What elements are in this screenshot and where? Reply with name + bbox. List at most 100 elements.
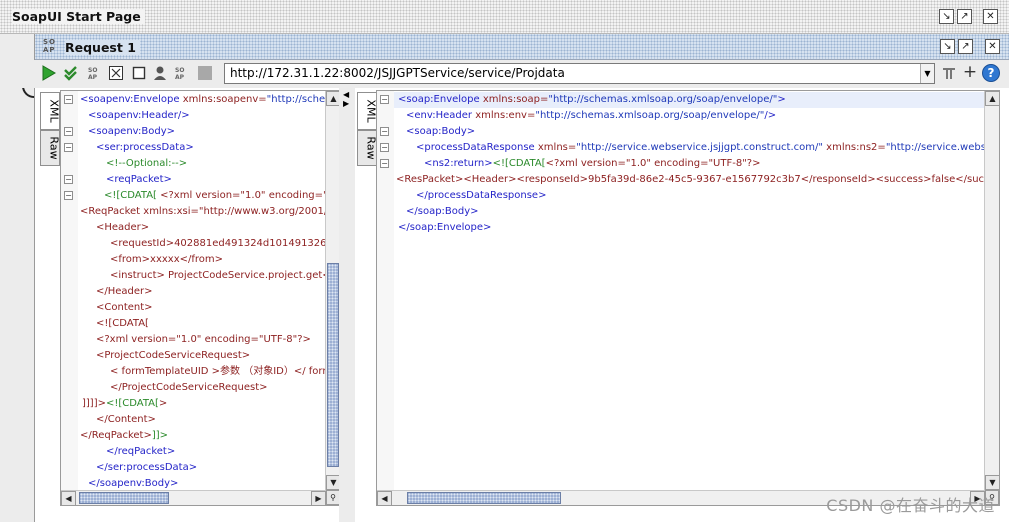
code-line: <from>xxxxx</from> (110, 252, 223, 268)
svg-text:SO: SO (175, 67, 184, 74)
code-line: </ProjectCodeServiceRequest> (110, 380, 268, 396)
soap-icon[interactable]: SOAP (87, 65, 103, 81)
fold-toggle-icon[interactable]: − (64, 143, 73, 152)
pane-divider[interactable]: ◀ ▶ (339, 88, 355, 522)
soap-badge-icon: SO AP (43, 38, 56, 54)
code-line: <instruct> ProjectCodeService.project.ge… (110, 268, 325, 284)
response-view-tabs: XML Raw (357, 92, 378, 172)
request-vscroll-thumb[interactable] (327, 263, 339, 467)
code-line: <Content> (96, 300, 153, 316)
code-token: <ns2:return> (424, 158, 493, 169)
close-icon[interactable]: ✕ (983, 9, 998, 24)
scroll-left-icon[interactable]: ◀ (61, 491, 76, 506)
request-vertical-scrollbar[interactable]: ▲ ▼ (325, 91, 341, 490)
code-token: <soapenv:Envelope (80, 94, 183, 105)
code-line: <ReqPacket xmlns:xsi="http://www.w3.org/… (80, 204, 325, 220)
code-line: <Header> (96, 220, 149, 236)
add-icon[interactable]: + (962, 64, 978, 81)
endpoint-url-input[interactable]: http://172.31.1.22:8002/JSJJGPTService/s… (224, 63, 935, 84)
code-line: <soap:Body> (406, 124, 475, 140)
request-title: Request 1 (65, 40, 140, 55)
code-line: </Content> (96, 412, 156, 428)
fold-toggle-icon[interactable]: − (380, 95, 389, 104)
code-token: </reqPacket> (106, 446, 176, 457)
tab-request-xml[interactable]: XML (40, 92, 61, 130)
request-editor[interactable]: <soapenv:Envelope xmlns:soapenv="http://… (60, 90, 341, 506)
fold-toggle-icon[interactable]: − (64, 191, 73, 200)
code-line: <ProjectCodeServiceRequest> (96, 348, 250, 364)
code-line: <![CDATA[ (96, 316, 149, 332)
split-icon[interactable] (108, 65, 124, 81)
help-icon[interactable]: ? (982, 64, 1000, 82)
fold-toggle-icon[interactable]: − (380, 159, 389, 168)
code-token: "http://schemas.xmlsoap.org/soap/envelop… (535, 110, 765, 121)
user-icon[interactable] (152, 65, 168, 81)
stop-icon[interactable] (131, 65, 147, 81)
response-hscroll-thumb[interactable] (407, 492, 561, 504)
code-token: "http://schema (266, 94, 325, 105)
collapse-arrows-icon[interactable]: ◀ ▶ (343, 90, 349, 108)
scroll-down-icon[interactable]: ▼ (985, 475, 1000, 490)
code-line: <ns2:return><![CDATA[<?xml version="1.0"… (424, 156, 760, 172)
tab-response-xml[interactable]: XML (357, 92, 378, 130)
code-token: ]]]]> (82, 398, 106, 409)
tab-request-raw[interactable]: Raw (40, 130, 61, 166)
scroll-left-icon[interactable]: ◀ (377, 491, 392, 506)
svg-text:AP: AP (175, 74, 185, 81)
response-editor[interactable]: <soap:Envelope xmlns:soap="http://schema… (376, 90, 1000, 506)
chevron-down-icon[interactable]: ▼ (920, 64, 934, 83)
code-token: < formTemplateUID >参数 （对象ID）</ form (110, 366, 325, 377)
code-token: <processDataResponse (416, 142, 538, 153)
restore-icon[interactable]: ↘ (939, 9, 954, 24)
code-token: <![CDATA[ (492, 158, 546, 169)
scroll-up-icon[interactable]: ▲ (985, 91, 1000, 106)
fold-toggle-icon[interactable]: − (64, 127, 73, 136)
response-vertical-scrollbar[interactable]: ▲ ▼ (984, 91, 1000, 490)
request-titlebar: SO AP Request 1 ↘ ↗ ✕ (35, 34, 1009, 60)
fold-toggle-icon[interactable]: − (380, 143, 389, 152)
record-icon[interactable] (197, 65, 213, 81)
code-token: </processDataResponse> (416, 190, 547, 201)
code-line: </Header> (96, 284, 153, 300)
add-assertion-icon[interactable] (63, 65, 79, 81)
code-line: < formTemplateUID >参数 （对象ID）</ form (110, 364, 325, 380)
request-close-icon[interactable]: ✕ (985, 39, 1000, 54)
code-token: <!--Optional:--> (106, 158, 188, 169)
scroll-right-icon[interactable]: ▶ (311, 491, 326, 506)
code-line: </ReqPacket>]]> (80, 428, 168, 444)
svg-text:SO: SO (88, 67, 97, 74)
code-token: </ser:processData> (96, 462, 198, 473)
fold-toggle-icon[interactable]: − (64, 175, 73, 184)
zoom-icon[interactable]: ⚲ (326, 490, 340, 505)
code-token: xmlns:soap= (482, 94, 549, 105)
code-token: <reqPacket> (106, 174, 172, 185)
settings-icon[interactable] (941, 65, 957, 81)
start-page-title: SoapUI Start Page (12, 9, 145, 24)
code-line: </soap:Envelope> (398, 220, 491, 236)
run-icon[interactable] (40, 65, 56, 81)
fold-toggle-icon[interactable]: − (380, 127, 389, 136)
code-token: ]]> (151, 430, 169, 441)
code-token: </ReqPacket> (80, 430, 152, 441)
code-token: "http://schemas.xmlsoap.org/soap/envelop… (548, 94, 778, 105)
left-margin (0, 34, 34, 522)
code-token: </soapenv:Body> (88, 478, 179, 489)
code-token: xmlns:env= (475, 110, 536, 121)
tab-response-raw[interactable]: Raw (357, 130, 378, 166)
request-hscroll-thumb[interactable] (79, 492, 169, 504)
code-line: </ser:processData> (96, 460, 197, 476)
code-token: <from>xxxxx</from> (110, 254, 224, 265)
soap-icon[interactable]: SOAP (174, 65, 190, 81)
code-token: /> (764, 110, 777, 121)
code-token: <requestId>402881ed491324d1014913260a4 (110, 238, 325, 249)
code-token: </Content> (96, 414, 156, 425)
code-line: <?xml version="1.0" encoding="UTF-8"?> (96, 332, 311, 348)
request-horizontal-scrollbar[interactable]: ◀ ▶ (61, 490, 326, 506)
request-maximize-icon[interactable]: ↗ (958, 39, 973, 54)
maximize-icon[interactable]: ↗ (957, 9, 972, 24)
request-restore-icon[interactable]: ↘ (940, 39, 955, 54)
code-token: <Header> (96, 222, 150, 233)
code-line: <soapenv:Envelope xmlns:soapenv="http://… (80, 92, 325, 108)
fold-toggle-icon[interactable]: − (64, 95, 73, 104)
code-token: <env:Header (406, 110, 476, 121)
